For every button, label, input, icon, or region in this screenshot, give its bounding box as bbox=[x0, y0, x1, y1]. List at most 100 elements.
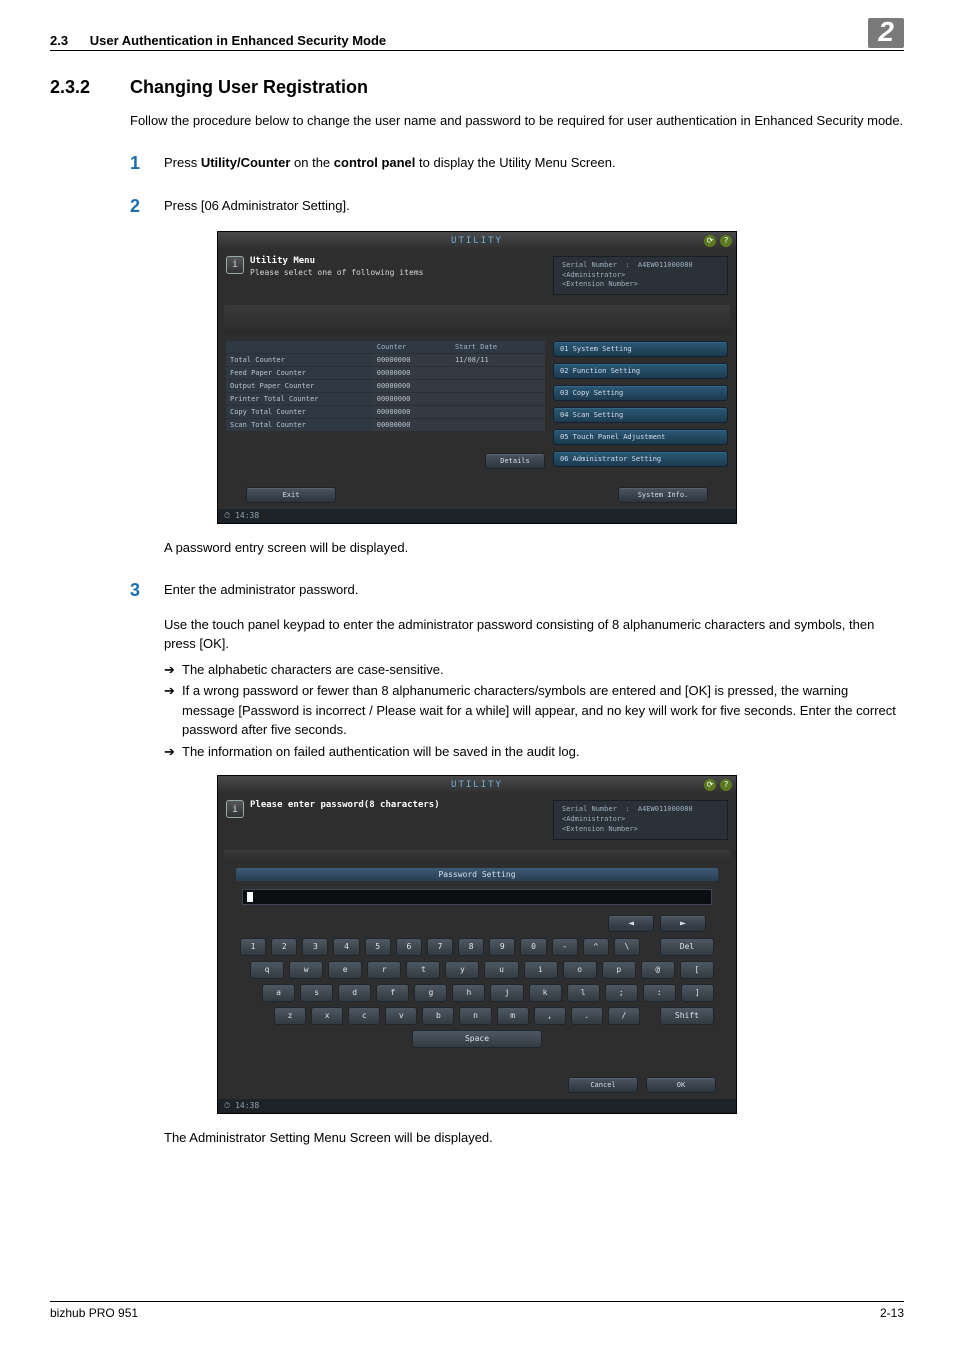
password-input[interactable] bbox=[242, 889, 712, 905]
key[interactable]: o bbox=[563, 961, 597, 979]
key-del[interactable]: Del bbox=[660, 938, 714, 956]
cancel-button[interactable]: Cancel bbox=[568, 1077, 638, 1093]
key[interactable]: 5 bbox=[365, 938, 391, 956]
after-shot2-text: The Administrator Setting Menu Screen wi… bbox=[164, 1128, 904, 1148]
utility-menu-sub: Please select one of following items bbox=[250, 268, 423, 278]
key[interactable]: / bbox=[608, 1007, 640, 1025]
subsection-number: 2.3.2 bbox=[50, 77, 102, 98]
cursor-left-button[interactable]: ◄ bbox=[608, 915, 654, 932]
chapter-badge: 2 bbox=[868, 18, 904, 48]
key[interactable]: ^ bbox=[583, 938, 609, 956]
info-badge-icon: i bbox=[226, 256, 244, 274]
subsection-title: Changing User Registration bbox=[130, 77, 368, 98]
clock: 14:38 bbox=[235, 1101, 259, 1110]
key[interactable]: p bbox=[602, 961, 636, 979]
table-row: Printer Total Counter00000000 bbox=[226, 393, 545, 406]
key[interactable]: l bbox=[567, 984, 600, 1002]
key-space[interactable]: Space bbox=[412, 1030, 542, 1048]
key[interactable]: j bbox=[490, 984, 523, 1002]
menu-05-touch-panel-adjustment[interactable]: 05 Touch Panel Adjustment bbox=[553, 429, 728, 445]
utility-title: UTILITY bbox=[451, 780, 503, 790]
key[interactable]: 6 bbox=[396, 938, 422, 956]
key[interactable]: n bbox=[459, 1007, 491, 1025]
key[interactable]: 7 bbox=[427, 938, 453, 956]
key[interactable]: y bbox=[445, 961, 479, 979]
key[interactable]: 2 bbox=[271, 938, 297, 956]
menu-04-scan-setting[interactable]: 04 Scan Setting bbox=[553, 407, 728, 423]
product-name: bizhub PRO 951 bbox=[50, 1306, 138, 1320]
help-icon[interactable]: ⟳ bbox=[704, 235, 716, 247]
key[interactable]: m bbox=[497, 1007, 529, 1025]
key[interactable]: z bbox=[274, 1007, 306, 1025]
key[interactable]: c bbox=[348, 1007, 380, 1025]
key[interactable]: 3 bbox=[302, 938, 328, 956]
menu-03-copy-setting[interactable]: 03 Copy Setting bbox=[553, 385, 728, 401]
key[interactable]: - bbox=[552, 938, 578, 956]
arrow-icon: ➔ bbox=[164, 742, 182, 762]
key[interactable]: \ bbox=[614, 938, 640, 956]
counter-table: CounterStart Date Total Counter000000001… bbox=[226, 341, 545, 431]
password-setting-ribbon: Password Setting bbox=[236, 868, 718, 881]
utility-title: UTILITY bbox=[451, 236, 503, 246]
key[interactable]: g bbox=[414, 984, 447, 1002]
info-icon[interactable]: ? bbox=[720, 235, 732, 247]
bullet-1: The alphabetic characters are case-sensi… bbox=[182, 660, 444, 680]
key[interactable]: 1 bbox=[240, 938, 266, 956]
system-info-button[interactable]: System Info. bbox=[618, 487, 708, 503]
key[interactable]: . bbox=[571, 1007, 603, 1025]
info-icon[interactable]: ? bbox=[720, 779, 732, 791]
menu-02-function-setting[interactable]: 02 Function Setting bbox=[553, 363, 728, 379]
key[interactable]: s bbox=[300, 984, 333, 1002]
key[interactable]: t bbox=[406, 961, 440, 979]
section-title: User Authentication in Enhanced Security… bbox=[90, 33, 386, 48]
key[interactable]: d bbox=[338, 984, 371, 1002]
step-2-text: Press [06 Administrator Setting]. bbox=[164, 196, 904, 217]
key[interactable]: : bbox=[643, 984, 676, 1002]
key[interactable]: v bbox=[385, 1007, 417, 1025]
help-icon[interactable]: ⟳ bbox=[704, 779, 716, 791]
table-row: Feed Paper Counter00000000 bbox=[226, 367, 545, 380]
key[interactable]: e bbox=[328, 961, 362, 979]
info-badge-icon: i bbox=[226, 800, 244, 818]
key[interactable]: h bbox=[452, 984, 485, 1002]
bullet-2: If a wrong password or fewer than 8 alph… bbox=[182, 681, 904, 740]
device-info-box: Serial Number : A4EW011000080 <Administr… bbox=[553, 256, 728, 295]
step-1-text: Press Utility/Counter on the control pan… bbox=[164, 153, 904, 174]
key[interactable]: [ bbox=[680, 961, 714, 979]
key[interactable]: 8 bbox=[458, 938, 484, 956]
key-shift[interactable]: Shift bbox=[660, 1007, 714, 1025]
exit-button[interactable]: Exit bbox=[246, 487, 336, 503]
clock: 14:38 bbox=[235, 511, 259, 520]
step-2-after: A password entry screen will be displaye… bbox=[164, 538, 904, 558]
key[interactable]: 9 bbox=[489, 938, 515, 956]
arrow-icon: ➔ bbox=[164, 681, 182, 740]
ok-button[interactable]: OK bbox=[646, 1077, 716, 1093]
step-3-line1: Enter the administrator password. bbox=[164, 580, 904, 601]
key[interactable]: ; bbox=[605, 984, 638, 1002]
section-number: 2.3 bbox=[50, 33, 68, 48]
key[interactable]: ] bbox=[681, 984, 714, 1002]
menu-06-administrator-setting[interactable]: 06 Administrator Setting bbox=[553, 451, 728, 467]
key[interactable]: , bbox=[534, 1007, 566, 1025]
key[interactable]: 0 bbox=[520, 938, 546, 956]
menu-01-system-setting[interactable]: 01 System Setting bbox=[553, 341, 728, 357]
key[interactable]: f bbox=[376, 984, 409, 1002]
key[interactable]: q bbox=[250, 961, 284, 979]
device-info-box: Serial Number : A4EW011000080 <Administr… bbox=[553, 800, 728, 839]
table-row: Scan Total Counter00000000 bbox=[226, 419, 545, 432]
key[interactable]: x bbox=[311, 1007, 343, 1025]
key[interactable]: u bbox=[484, 961, 518, 979]
table-row: Output Paper Counter00000000 bbox=[226, 380, 545, 393]
table-row: Total Counter0000000011/08/11 bbox=[226, 354, 545, 367]
key[interactable]: a bbox=[262, 984, 295, 1002]
key[interactable]: @ bbox=[641, 961, 675, 979]
cursor-right-button[interactable]: ► bbox=[660, 915, 706, 932]
key[interactable]: b bbox=[422, 1007, 454, 1025]
key[interactable]: w bbox=[289, 961, 323, 979]
key[interactable]: r bbox=[367, 961, 401, 979]
key[interactable]: 4 bbox=[333, 938, 359, 956]
table-row: Copy Total Counter00000000 bbox=[226, 406, 545, 419]
details-button[interactable]: Details bbox=[485, 453, 545, 469]
key[interactable]: k bbox=[529, 984, 562, 1002]
key[interactable]: i bbox=[524, 961, 558, 979]
